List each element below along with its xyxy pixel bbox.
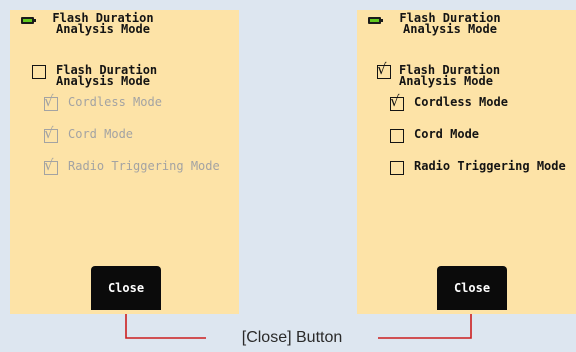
flash-duration-option[interactable]: Flash Duration Analysis Mode — [32, 63, 158, 88]
cord-mode-option[interactable]: Cord Mode — [390, 127, 480, 143]
cord-mode-option: √ Cord Mode — [44, 124, 134, 143]
cordless-mode-label: Cordless Mode — [414, 95, 508, 109]
checkmark-icon: √ — [377, 60, 387, 78]
cordless-mode-checkbox[interactable]: √ — [390, 92, 404, 111]
cordless-mode-label: Cordless Mode — [68, 95, 162, 109]
cordless-mode-checkbox: √ — [44, 92, 58, 111]
callout-label: [Close] Button — [206, 328, 378, 348]
callout-line-right — [378, 314, 472, 339]
cordless-mode-option: √ Cordless Mode — [44, 92, 162, 111]
radio-triggering-option[interactable]: Radio Triggering Mode — [390, 159, 566, 175]
close-button[interactable]: Close — [91, 266, 161, 310]
flash-duration-checkbox[interactable]: √ — [377, 60, 391, 79]
radio-triggering-label: Radio Triggering Mode — [414, 159, 566, 173]
device-screen-right: Flash Duration Analysis Mode √ Flash Dur… — [357, 10, 576, 314]
cordless-mode-option[interactable]: √ Cordless Mode — [390, 92, 508, 111]
battery-icon — [21, 17, 36, 24]
flash-duration-label: Flash Duration Analysis Mode — [399, 63, 501, 88]
screen-title: Flash Duration Analysis Mode — [52, 11, 154, 36]
callout-line-left — [125, 314, 206, 339]
flash-duration-checkbox[interactable] — [32, 65, 46, 79]
cord-mode-label: Cord Mode — [68, 127, 134, 141]
flash-duration-option[interactable]: √ Flash Duration Analysis Mode — [377, 60, 501, 88]
checkmark-icon: √ — [44, 156, 54, 174]
cord-mode-checkbox: √ — [44, 124, 58, 143]
close-button[interactable]: Close — [437, 266, 507, 310]
cord-mode-label: Cord Mode — [414, 127, 480, 141]
cord-mode-checkbox[interactable] — [390, 129, 404, 143]
checkmark-icon: √ — [44, 92, 54, 110]
radio-triggering-checkbox: √ — [44, 156, 58, 175]
radio-triggering-label: Radio Triggering Mode — [68, 159, 220, 173]
radio-triggering-checkbox[interactable] — [390, 161, 404, 175]
checkmark-icon: √ — [44, 124, 54, 142]
radio-triggering-option: √ Radio Triggering Mode — [44, 156, 220, 175]
flash-duration-label: Flash Duration Analysis Mode — [56, 63, 158, 88]
device-screen-left: Flash Duration Analysis Mode Flash Durat… — [10, 10, 239, 314]
checkmark-icon: √ — [390, 92, 400, 110]
battery-icon — [368, 17, 383, 24]
screen-title: Flash Duration Analysis Mode — [399, 11, 501, 36]
